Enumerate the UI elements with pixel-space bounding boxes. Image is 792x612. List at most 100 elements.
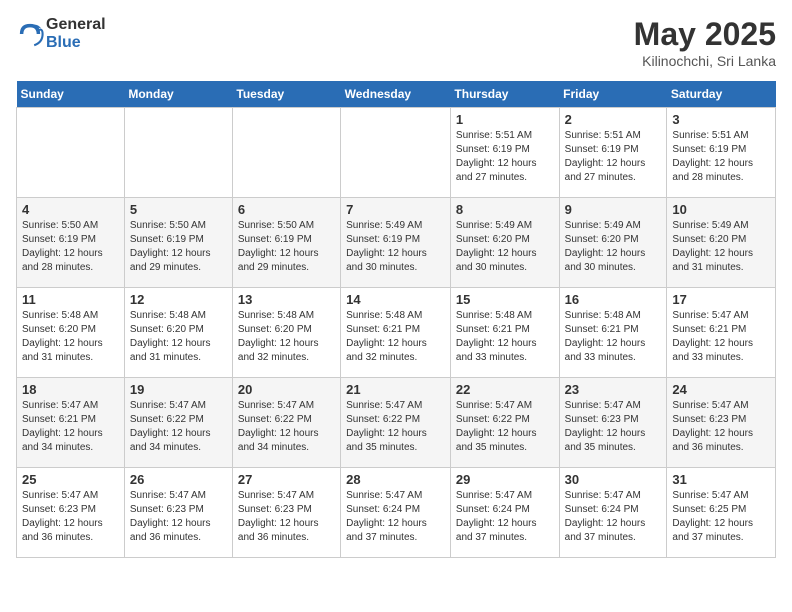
calendar-table: SundayMondayTuesdayWednesdayThursdayFrid… [16,81,776,558]
day-number: 1 [456,112,554,127]
day-info: Sunrise: 5:48 AM Sunset: 6:21 PM Dayligh… [346,309,445,365]
day-info: Sunrise: 5:48 AM Sunset: 6:20 PM Dayligh… [238,309,335,365]
week-row-2: 4 Sunrise: 5:50 AM Sunset: 6:19 PM Daylig… [17,198,776,288]
weekday-header-sunday: Sunday [17,81,125,108]
weekday-header-monday: Monday [124,81,232,108]
day-info: Sunrise: 5:47 AM Sunset: 6:22 PM Dayligh… [130,399,227,455]
day-number: 24 [672,382,770,397]
title-block: May 2025 Kilinochchi, Sri Lanka [634,16,776,69]
day-cell: 25 Sunrise: 5:47 AM Sunset: 6:23 PM Dayli… [17,468,125,558]
day-cell: 17 Sunrise: 5:47 AM Sunset: 6:21 PM Dayli… [667,288,776,378]
day-number: 8 [456,202,554,217]
day-cell: 19Sunrise: 5:47 AM Sunset: 6:22 PM Dayli… [124,378,232,468]
day-cell: 16 Sunrise: 5:48 AM Sunset: 6:21 PM Dayli… [559,288,667,378]
day-info: Sunrise: 5:51 AM Sunset: 6:19 PM Dayligh… [456,129,554,185]
day-number: 17 [672,292,770,307]
day-info: Sunrise: 5:49 AM Sunset: 6:19 PM Dayligh… [346,219,445,275]
page-header: General Blue May 2025 Kilinochchi, Sri L… [16,16,776,69]
day-number: 9 [565,202,662,217]
weekday-header-saturday: Saturday [667,81,776,108]
day-number: 28 [346,472,445,487]
day-info: Sunrise: 5:47 AM Sunset: 6:23 PM Dayligh… [565,399,662,455]
day-cell [124,108,232,198]
logo-icon [16,20,44,48]
day-cell: 9 Sunrise: 5:49 AM Sunset: 6:20 PM Daylig… [559,198,667,288]
day-number: 20 [238,382,335,397]
day-number: 7 [346,202,445,217]
day-number: 18 [22,382,119,397]
week-row-4: 18 Sunrise: 5:47 AM Sunset: 6:21 PM Dayli… [17,378,776,468]
day-number: 16 [565,292,662,307]
day-number: 13 [238,292,335,307]
day-cell: 1 Sunrise: 5:51 AM Sunset: 6:19 PM Daylig… [450,108,559,198]
day-info: Sunrise: 5:48 AM Sunset: 6:21 PM Dayligh… [456,309,554,365]
day-cell: 15Sunrise: 5:48 AM Sunset: 6:21 PM Dayli… [450,288,559,378]
day-info: Sunrise: 5:47 AM Sunset: 6:21 PM Dayligh… [672,309,770,365]
day-cell: 12Sunrise: 5:48 AM Sunset: 6:20 PM Dayli… [124,288,232,378]
day-info: Sunrise: 5:50 AM Sunset: 6:19 PM Dayligh… [130,219,227,275]
day-cell: 18 Sunrise: 5:47 AM Sunset: 6:21 PM Dayli… [17,378,125,468]
day-info: Sunrise: 5:51 AM Sunset: 6:19 PM Dayligh… [672,129,770,185]
calendar-subtitle: Kilinochchi, Sri Lanka [634,53,776,69]
weekday-header-row: SundayMondayTuesdayWednesdayThursdayFrid… [17,81,776,108]
day-cell [341,108,451,198]
day-cell: 24Sunrise: 5:47 AM Sunset: 6:23 PM Dayli… [667,378,776,468]
day-number: 11 [22,292,119,307]
day-cell [232,108,340,198]
day-number: 21 [346,382,445,397]
day-info: Sunrise: 5:47 AM Sunset: 6:23 PM Dayligh… [238,489,335,545]
weekday-header-wednesday: Wednesday [341,81,451,108]
day-cell: 13 Sunrise: 5:48 AM Sunset: 6:20 PM Dayli… [232,288,340,378]
day-cell: 30Sunrise: 5:47 AM Sunset: 6:24 PM Dayli… [559,468,667,558]
day-cell: 20 Sunrise: 5:47 AM Sunset: 6:22 PM Dayli… [232,378,340,468]
day-cell: 11 Sunrise: 5:48 AM Sunset: 6:20 PM Dayli… [17,288,125,378]
day-info: Sunrise: 5:49 AM Sunset: 6:20 PM Dayligh… [672,219,770,275]
day-info: Sunrise: 5:48 AM Sunset: 6:20 PM Dayligh… [22,309,119,365]
calendar-title: May 2025 [634,16,776,53]
day-info: Sunrise: 5:49 AM Sunset: 6:20 PM Dayligh… [565,219,662,275]
day-cell: 29 Sunrise: 5:47 AM Sunset: 6:24 PM Dayli… [450,468,559,558]
day-info: Sunrise: 5:47 AM Sunset: 6:22 PM Dayligh… [238,399,335,455]
weekday-header-friday: Friday [559,81,667,108]
day-info: Sunrise: 5:48 AM Sunset: 6:21 PM Dayligh… [565,309,662,365]
day-info: Sunrise: 5:47 AM Sunset: 6:24 PM Dayligh… [456,489,554,545]
day-info: Sunrise: 5:47 AM Sunset: 6:22 PM Dayligh… [456,399,554,455]
day-number: 26 [130,472,227,487]
day-number: 25 [22,472,119,487]
day-number: 5 [130,202,227,217]
day-cell: 26 Sunrise: 5:47 AM Sunset: 6:23 PM Dayli… [124,468,232,558]
day-info: Sunrise: 5:47 AM Sunset: 6:23 PM Dayligh… [22,489,119,545]
day-number: 27 [238,472,335,487]
day-cell: 31Sunrise: 5:47 AM Sunset: 6:25 PM Dayli… [667,468,776,558]
week-row-1: 1 Sunrise: 5:51 AM Sunset: 6:19 PM Daylig… [17,108,776,198]
day-cell: 4 Sunrise: 5:50 AM Sunset: 6:19 PM Daylig… [17,198,125,288]
day-info: Sunrise: 5:47 AM Sunset: 6:24 PM Dayligh… [346,489,445,545]
day-cell: 27 Sunrise: 5:47 AM Sunset: 6:23 PM Dayli… [232,468,340,558]
week-row-3: 11 Sunrise: 5:48 AM Sunset: 6:20 PM Dayli… [17,288,776,378]
day-cell: 5 Sunrise: 5:50 AM Sunset: 6:19 PM Daylig… [124,198,232,288]
day-number: 29 [456,472,554,487]
day-number: 6 [238,202,335,217]
day-info: Sunrise: 5:47 AM Sunset: 6:22 PM Dayligh… [346,399,445,455]
day-cell [17,108,125,198]
day-info: Sunrise: 5:47 AM Sunset: 6:23 PM Dayligh… [130,489,227,545]
day-info: Sunrise: 5:49 AM Sunset: 6:20 PM Dayligh… [456,219,554,275]
day-cell: 7 Sunrise: 5:49 AM Sunset: 6:19 PM Daylig… [341,198,451,288]
day-number: 23 [565,382,662,397]
day-number: 22 [456,382,554,397]
day-info: Sunrise: 5:51 AM Sunset: 6:19 PM Dayligh… [565,129,662,185]
day-cell: 10Sunrise: 5:49 AM Sunset: 6:20 PM Dayli… [667,198,776,288]
day-cell: 3Sunrise: 5:51 AM Sunset: 6:19 PM Daylig… [667,108,776,198]
logo-blue: Blue [46,34,81,51]
day-cell: 23 Sunrise: 5:47 AM Sunset: 6:23 PM Dayli… [559,378,667,468]
day-info: Sunrise: 5:47 AM Sunset: 6:21 PM Dayligh… [22,399,119,455]
day-cell: 8 Sunrise: 5:49 AM Sunset: 6:20 PM Daylig… [450,198,559,288]
day-info: Sunrise: 5:47 AM Sunset: 6:25 PM Dayligh… [672,489,770,545]
logo-general: General [46,16,106,33]
day-number: 2 [565,112,662,127]
day-info: Sunrise: 5:50 AM Sunset: 6:19 PM Dayligh… [22,219,119,275]
weekday-header-tuesday: Tuesday [232,81,340,108]
day-number: 4 [22,202,119,217]
weekday-header-thursday: Thursday [450,81,559,108]
day-number: 12 [130,292,227,307]
